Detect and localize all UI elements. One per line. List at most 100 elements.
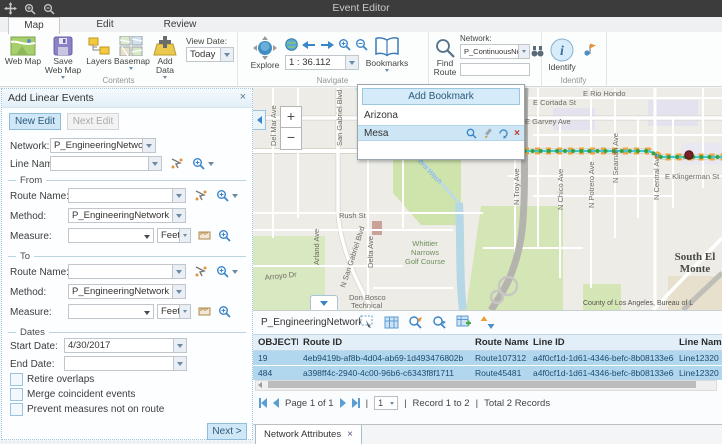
previous-extent-icon[interactable] [302,39,316,51]
explore-button[interactable]: Explore [247,36,283,70]
cell-route-id[interactable]: 4eb9419b-af8b-4d04-ab69-1d493476802b [298,351,470,366]
chevron-down-icon[interactable] [232,194,238,198]
zoom-in-map-icon[interactable] [338,38,351,51]
zoom-to-measure-icon[interactable] [218,229,231,242]
from-unit-select[interactable]: Feet [157,228,191,243]
retire-overlaps-checkbox[interactable] [10,373,23,386]
chevron-down-icon[interactable] [220,48,233,61]
chevron-down-icon[interactable] [144,311,150,315]
delete-bookmark-icon[interactable]: × [514,128,520,139]
chevron-down-icon[interactable] [208,162,214,166]
cell-line-id[interactable]: a4f0cf1d-1d61-4346-befc-8b08133e681e [528,366,674,381]
cell-route-id[interactable]: a398ff4c-2940-4c00-96b6-c6343f8f1711 [298,366,470,381]
chevron-down-icon[interactable] [179,229,190,242]
start-date-select[interactable]: 4/30/2017 [64,338,187,353]
collapse-panel-button[interactable] [253,110,266,130]
select-route-on-map-icon[interactable] [194,189,207,202]
full-extent-icon[interactable] [285,38,298,51]
identify-button[interactable]: i Identify [545,38,579,72]
cell-line-name[interactable]: Line12320 [674,366,722,381]
line-name-select[interactable] [50,156,162,171]
table-row[interactable]: 484 a398ff4c-2940-4c00-96b6-c6343f8f1711… [253,366,722,381]
prevent-measures-checkbox[interactable] [10,403,23,416]
chevron-down-icon[interactable] [172,189,185,202]
sort-icon[interactable] [480,315,496,331]
scrollbar-thumb[interactable] [268,381,696,388]
column-header-objectid[interactable]: OBJECTID [253,335,298,351]
clear-flags-icon[interactable] [583,42,597,56]
tab-map[interactable]: Map [8,17,60,34]
layers-button[interactable]: Layers [84,36,114,66]
zoom-to-measure-icon[interactable] [218,305,231,318]
select-line-on-map-icon[interactable] [170,157,183,170]
cell-route-name[interactable]: Route107312 [470,351,528,366]
to-route-name-select[interactable] [68,264,186,279]
refresh-bookmark-icon[interactable] [498,128,509,139]
map-zoom-in-button[interactable]: + [280,106,302,128]
chevron-down-icon[interactable] [232,270,238,274]
column-header-line-id[interactable]: Line ID [528,335,674,351]
cell-line-id[interactable]: a4f0cf1d-1d61-4346-befc-8b08133e681e [528,351,674,366]
chevron-down-icon[interactable] [172,209,185,222]
new-edit-button[interactable]: New Edit [9,113,61,130]
route-input[interactable] [460,63,530,76]
zoom-to-route-icon[interactable] [216,189,229,202]
chevron-down-icon[interactable] [148,157,161,170]
chevron-down-icon[interactable] [142,139,155,152]
web-map-button[interactable]: Web Map [4,36,42,66]
zoom-to-bookmark-icon[interactable] [466,128,477,139]
table-row[interactable]: 19 4eb9419b-af8b-4d04-ab69-1d493476802b … [253,351,722,366]
tab-review[interactable]: Review [152,17,208,32]
page-number-select[interactable]: 1 [374,396,398,410]
select-route-on-map-icon[interactable] [194,265,207,278]
chevron-down-icon[interactable] [144,235,150,239]
tab-network-attributes[interactable]: Network Attributes × [255,425,362,444]
from-route-name-select[interactable] [68,188,186,203]
panel-network-select[interactable]: P_EngineeringNetwork [50,138,156,153]
view-date-select[interactable]: Today [186,47,234,62]
chevron-down-icon[interactable] [172,285,185,298]
next-page-button[interactable] [340,398,346,408]
edit-bookmark-icon[interactable] [482,128,493,139]
cell-objectid[interactable]: 19 [253,351,298,366]
add-bookmark-button[interactable]: Add Bookmark [362,88,520,105]
column-header-route-id[interactable]: Route ID [298,335,470,351]
zoom-to-line-icon[interactable] [192,157,205,170]
cell-route-name[interactable]: Route45481 [470,366,528,381]
next-button[interactable]: Next > [207,423,247,440]
show-table-icon[interactable] [384,315,400,331]
scroll-left-icon[interactable] [258,382,262,388]
map-zoom-out-button[interactable]: − [280,128,302,150]
bookmarks-button[interactable]: Bookmarks [365,36,409,72]
select-records-icon[interactable] [360,315,376,331]
collapse-table-button[interactable] [310,295,338,310]
end-date-select[interactable] [64,356,187,371]
cell-objectid[interactable]: 484 [253,366,298,381]
bookmark-item-mesa[interactable]: Mesa × [358,125,524,141]
chevron-down-icon[interactable] [518,45,529,58]
chevron-down-icon[interactable] [345,56,358,69]
tab-edit[interactable]: Edit [80,17,130,32]
to-measure-input[interactable] [68,304,154,319]
scale-select[interactable]: 1 : 36.112 [285,55,359,70]
last-page-button[interactable] [352,398,360,408]
from-measure-input[interactable] [68,228,154,243]
basemap-button[interactable]: Basemap [114,36,148,70]
zoom-to-selection-icon[interactable] [408,315,424,331]
add-to-table-icon[interactable] [456,315,472,331]
chevron-down-icon[interactable] [179,305,190,318]
to-unit-select[interactable]: Feet [157,304,191,319]
measure-ruler-icon[interactable] [198,229,211,242]
column-header-line-name[interactable]: Line Name [674,335,722,351]
network-select[interactable]: P_ContinuousNetwork [460,44,530,59]
zoom-to-route-icon[interactable] [216,265,229,278]
previous-page-button[interactable] [273,398,279,408]
chevron-down-icon[interactable] [172,265,185,278]
close-tab-icon[interactable]: × [347,429,353,440]
route-point-marker[interactable] [685,151,693,159]
close-icon[interactable]: × [240,91,246,103]
next-edit-button[interactable]: Next Edit [67,113,119,130]
column-header-route-name[interactable]: Route Name [470,335,528,351]
first-page-button[interactable] [259,398,267,408]
horizontal-scrollbar[interactable] [255,380,717,391]
